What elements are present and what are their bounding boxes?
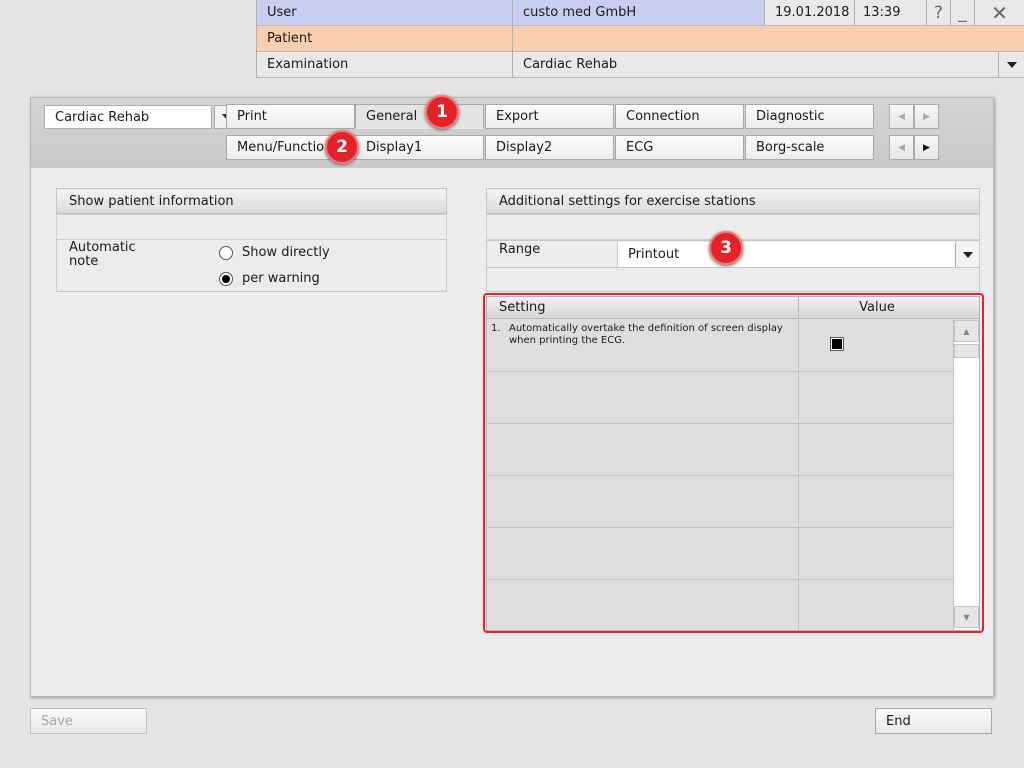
tab-diagnostic[interactable]: Diagnostic [745, 104, 874, 129]
annotation-badge-3: 3 [709, 231, 743, 265]
radio-show-directly[interactable]: Show directly [219, 245, 330, 260]
end-button[interactable]: End [875, 708, 992, 734]
patient-label: Patient [257, 26, 513, 52]
automatic-note-label: Automatic note [69, 240, 136, 269]
help-icon[interactable]: ? [927, 0, 951, 26]
chevron-down-icon [962, 251, 973, 258]
patient-value [513, 26, 1024, 52]
minimize-icon[interactable]: _ [951, 0, 975, 26]
radio-show-directly-label: Show directly [242, 245, 330, 260]
tab-export[interactable]: Export [485, 104, 614, 129]
tabs-row2-next-button[interactable]: ▶ [914, 135, 939, 160]
examination-value[interactable]: Cardiac Rehab [513, 52, 999, 78]
tab-display2[interactable]: Display2 [485, 135, 614, 160]
patient-row: Patient [257, 26, 1024, 52]
examination-mode-select[interactable]: Cardiac Rehab [44, 105, 212, 129]
tab-borg-scale[interactable]: Borg-scale [745, 135, 874, 160]
range-dropdown-button[interactable] [955, 242, 979, 267]
radio-per-warning[interactable]: per warning [219, 271, 320, 286]
user-label: User [257, 0, 513, 26]
radio-dot [222, 274, 230, 283]
exercise-settings-group-header: Additional settings for exercise station… [486, 188, 980, 214]
examination-dropdown-button[interactable] [999, 52, 1024, 78]
tabs-row1-prev-button[interactable]: ◀ [889, 104, 914, 129]
tabs-row1-next-button[interactable]: ▶ [914, 104, 939, 129]
range-label: Range [499, 242, 541, 257]
annotation-highlight-box [483, 293, 984, 633]
close-icon[interactable]: ✕ [975, 0, 1024, 26]
radio-per-warning-label: per warning [242, 271, 320, 286]
examination-row: Examination Cardiac Rehab [257, 52, 1024, 78]
chevron-down-icon [1006, 61, 1017, 68]
tab-general[interactable]: General [355, 104, 484, 129]
tab-print[interactable]: Print [226, 104, 355, 129]
tabs-row2-prev-button[interactable]: ◀ [889, 135, 914, 160]
user-value: custo med GmbH [513, 0, 765, 26]
user-row: User custo med GmbH 19.01.2018 13:39 ? _… [257, 0, 1024, 26]
settings-toolbar: Cardiac Rehab Print General Export Conne… [31, 98, 993, 168]
annotation-badge-1: 1 [425, 95, 459, 129]
radio-circle-selected[interactable] [219, 271, 233, 286]
annotation-badge-2: 2 [325, 130, 359, 164]
patient-info-group-header: Show patient information [56, 188, 447, 214]
automatic-note-row: Automatic note Show directly per warning [56, 240, 447, 292]
examination-label: Examination [257, 52, 513, 78]
range-select[interactable]: Printout [617, 242, 955, 267]
tab-display1[interactable]: Display1 [355, 135, 484, 160]
tab-connection[interactable]: Connection [615, 104, 744, 129]
save-button[interactable]: Save [30, 708, 147, 734]
date-display: 19.01.2018 [765, 0, 855, 26]
range-spacer-row [486, 268, 980, 292]
header-info-bar: User custo med GmbH 19.01.2018 13:39 ? _… [256, 0, 1024, 78]
time-display: 13:39 [855, 0, 927, 26]
patient-info-blank-row [56, 214, 447, 240]
radio-circle[interactable] [219, 245, 233, 260]
tab-ecg[interactable]: ECG [615, 135, 744, 160]
